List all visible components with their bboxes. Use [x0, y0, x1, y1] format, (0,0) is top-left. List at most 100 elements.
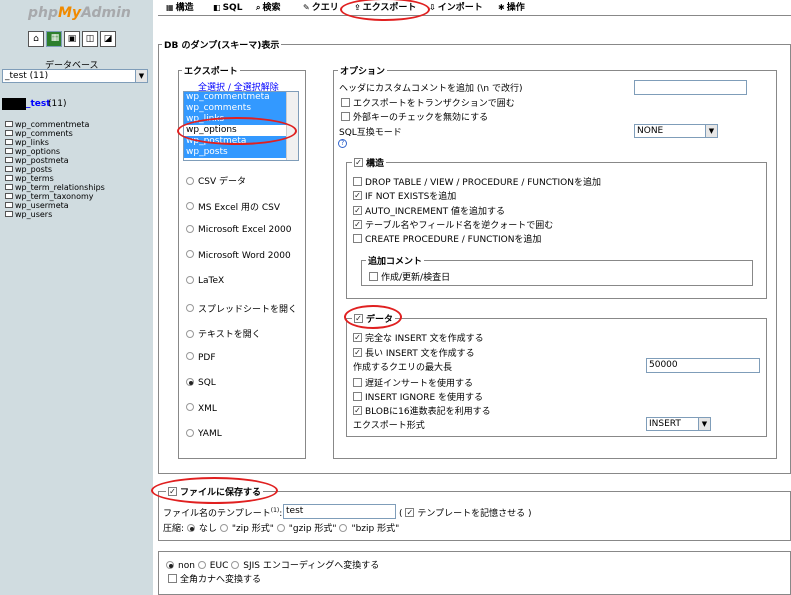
encoding-sjis[interactable]: SJIS — [231, 560, 260, 571]
compress-zip[interactable]: "zip 形式" — [219, 523, 274, 534]
dates-option[interactable]: 作成/更新/検査日 — [369, 270, 450, 283]
table-link-wp-posts[interactable]: wp_posts — [5, 165, 105, 174]
table-icon[interactable] — [5, 129, 13, 136]
tab-query[interactable]: ✎ クエリ — [303, 0, 339, 16]
structure-option-4[interactable]: CREATE PROCEDURE / FUNCTIONを追加 — [353, 232, 541, 245]
ignore-option[interactable]: INSERT IGNORE を使用する — [353, 390, 483, 403]
structure-option-3[interactable]: ✓ テーブル名やフィールド名を逆クォートで囲む — [353, 218, 553, 231]
phpmyadmin-logo[interactable]: phpMyAdmin — [28, 5, 131, 21]
table-icon[interactable] — [5, 156, 13, 163]
home-icon[interactable]: ⌂ — [28, 31, 44, 47]
fk-checks-option[interactable]: 外部キーのチェックを無効にする — [341, 110, 488, 123]
format-radio[interactable] — [186, 329, 194, 338]
table-icon[interactable] — [5, 174, 13, 181]
header-comment-input[interactable] — [634, 80, 747, 95]
tab-sql[interactable]: ◧ SQL — [213, 0, 242, 16]
export-list-item[interactable]: wp_commentmeta — [184, 92, 298, 103]
structure-legend[interactable]: ✓ 構造 — [352, 156, 387, 169]
format-radio[interactable] — [186, 377, 194, 386]
table-link-wp-postmeta[interactable]: wp_postmeta — [5, 156, 105, 165]
hex-checkbox[interactable]: ✓ — [353, 406, 362, 415]
format-option-9[interactable]: XML — [186, 403, 217, 414]
encoding-euc-radio[interactable] — [197, 560, 206, 569]
docs-icon[interactable]: ◫ — [82, 31, 98, 47]
compress-zip-radio[interactable] — [219, 523, 228, 532]
format-option-7[interactable]: PDF — [186, 352, 216, 363]
format-option-3[interactable]: Microsoft Word 2000 — [186, 250, 291, 261]
table-icon[interactable] — [5, 147, 13, 154]
kana-option[interactable]: 全角カナへ変換する — [168, 572, 261, 585]
remember-template-option[interactable]: ( ✓ テンプレートを記憶させる ) — [399, 506, 532, 519]
sql-icon[interactable]: ▦ — [46, 31, 62, 47]
table-icon[interactable] — [5, 192, 13, 199]
export-list-item[interactable]: wp_comments — [184, 103, 298, 114]
format-radio[interactable] — [186, 403, 194, 411]
delayed-option[interactable]: 遅延インサートを使用する — [353, 376, 473, 389]
table-link-wp-links[interactable]: wp_links — [5, 138, 105, 147]
format-radio[interactable] — [186, 304, 194, 312]
database-select[interactable]: _test (11) ▼ — [2, 69, 148, 83]
tab-structure[interactable]: ▦ 構造 — [166, 0, 194, 16]
format-radio[interactable] — [186, 224, 194, 233]
table-link-wp-usermeta[interactable]: wp_usermeta — [5, 201, 105, 210]
compress-bzip[interactable]: "bzip 形式" — [339, 523, 399, 534]
ignore-checkbox[interactable] — [353, 392, 362, 401]
table-link-wp-users[interactable]: wp_users — [5, 210, 105, 219]
table-icon[interactable] — [5, 183, 13, 190]
table-link-wp-comments[interactable]: wp_comments — [5, 129, 105, 138]
compress-bzip-radio[interactable] — [339, 523, 348, 532]
template-input[interactable]: test — [283, 504, 396, 519]
structure-option-0[interactable]: DROP TABLE / VIEW / PROCEDURE / FUNCTION… — [353, 175, 601, 188]
compress-gzip[interactable]: "gzip 形式" — [276, 523, 337, 534]
format-option-1[interactable]: MS Excel 用の CSV — [186, 200, 280, 213]
export-type-select[interactable]: INSERT ▼ — [646, 417, 711, 431]
format-option-0[interactable]: CSV データ — [186, 174, 246, 187]
encoding-non[interactable]: non — [166, 560, 195, 571]
table-icon[interactable] — [5, 165, 13, 172]
structure-option-2[interactable]: ✓ AUTO_INCREMENT 値を追加する — [353, 204, 505, 217]
format-radio[interactable] — [186, 428, 194, 437]
table-icon[interactable] — [5, 138, 13, 145]
encoding-sjis-radio[interactable] — [231, 560, 240, 569]
format-radio[interactable] — [186, 176, 194, 185]
extended-insert-checkbox[interactable]: ✓ — [353, 348, 362, 357]
structure-option-checkbox[interactable] — [353, 234, 362, 244]
table-icon[interactable] — [5, 120, 13, 127]
query-icon[interactable]: ◪ — [100, 31, 116, 47]
format-radio[interactable] — [186, 250, 194, 258]
remember-template-checkbox[interactable]: ✓ — [405, 508, 415, 517]
tab-operations[interactable]: ✱ 操作 — [498, 0, 525, 16]
kana-checkbox[interactable] — [168, 574, 177, 583]
help-icon[interactable]: ? — [338, 139, 347, 148]
compress-gzip-radio[interactable] — [276, 523, 285, 532]
structure-option-checkbox[interactable]: ✓ — [353, 205, 362, 215]
structure-option-checkbox[interactable]: ✓ — [353, 191, 362, 201]
format-option-6[interactable]: テキストを開く — [186, 327, 261, 340]
table-icon[interactable] — [5, 201, 13, 208]
encoding-euc[interactable]: EUC — [197, 560, 228, 571]
format-option-10[interactable]: YAML — [186, 428, 222, 439]
dates-checkbox[interactable] — [369, 272, 378, 281]
tab-import[interactable]: ⇩ インポート — [429, 0, 483, 16]
table-link-wp-terms[interactable]: wp_terms — [5, 174, 105, 183]
structure-option-1[interactable]: ✓ IF NOT EXISTSを追加 — [353, 189, 456, 202]
table-link-wp-commentmeta[interactable]: wp_commentmeta — [5, 120, 105, 129]
structure-option-checkbox[interactable] — [353, 177, 362, 186]
compress-none-radio[interactable] — [186, 523, 195, 532]
format-option-8[interactable]: SQL — [186, 377, 216, 388]
structure-checkbox[interactable]: ✓ — [354, 158, 363, 167]
format-radio[interactable] — [186, 202, 194, 210]
transaction-checkbox[interactable] — [341, 98, 350, 107]
table-link-wp-term-relationships[interactable]: wp_term_relationships — [5, 183, 105, 192]
complete-insert-checkbox[interactable]: ✓ — [353, 333, 362, 342]
tab-search[interactable]: ⌕ 検索 — [256, 0, 281, 16]
format-radio[interactable] — [186, 352, 194, 360]
compress-none[interactable]: なし — [186, 523, 217, 534]
fk-checks-checkbox[interactable] — [341, 112, 350, 121]
format-option-5[interactable]: スプレッドシートを開く — [186, 302, 297, 315]
table-link-wp-options[interactable]: wp_options — [5, 147, 105, 156]
table-icon[interactable] — [5, 210, 13, 217]
delayed-checkbox[interactable] — [353, 378, 362, 387]
extended-insert-option[interactable]: ✓ 長い INSERT 文を作成する — [353, 346, 475, 359]
export-list-item[interactable]: wp_posts — [184, 147, 298, 158]
